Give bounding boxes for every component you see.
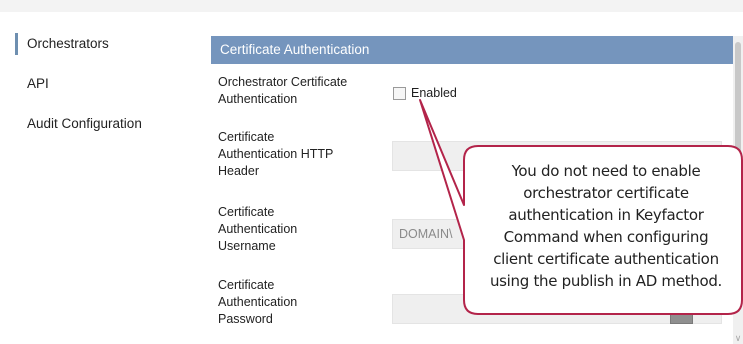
label-line: Authentication HTTP: [218, 147, 334, 161]
panel-header: Certificate Authentication: [211, 36, 733, 64]
nav-item-audit-configuration[interactable]: Audit Configuration: [15, 114, 195, 134]
scroll-down-arrow-icon[interactable]: ∨: [734, 334, 742, 343]
label-line: Username: [218, 239, 276, 253]
http-header-label: Certificate Authentication HTTP Header: [218, 129, 386, 180]
nav-item-api[interactable]: API: [15, 74, 195, 94]
enabled-checkbox-label[interactable]: Enabled: [411, 85, 457, 102]
label-line: Authentication: [218, 222, 298, 236]
label-line: Password: [218, 312, 273, 326]
callout-text: You do not need to enable orchestrator c…: [470, 160, 742, 292]
callout-line: You do not need to enable: [511, 162, 701, 180]
label-line: Certificate: [218, 278, 275, 292]
settings-nav: Orchestrators API Audit Configuration: [15, 33, 195, 154]
callout-line: Command when configuring: [503, 228, 709, 246]
callout-line: orchestrator certificate: [523, 184, 689, 202]
label-line: Authentication: [218, 92, 298, 106]
label-line: Certificate: [218, 205, 275, 219]
password-reveal-button[interactable]: [670, 313, 693, 324]
callout-line: authentication in Keyfactor: [508, 206, 704, 224]
label-line: Authentication: [218, 295, 298, 309]
callout-line: using the publish in AD method.: [489, 272, 723, 290]
label-line: Orchestrator Certificate: [218, 75, 348, 89]
username-label: Certificate Authentication Username: [218, 204, 386, 255]
orch-cert-auth-checkbox[interactable]: [393, 87, 406, 100]
nav-item-orchestrators[interactable]: Orchestrators: [15, 33, 195, 55]
label-line: Certificate: [218, 130, 275, 144]
orch-cert-auth-label: Orchestrator Certificate Authentication: [218, 74, 386, 108]
password-label: Certificate Authentication Password: [218, 277, 386, 328]
callout-line: client certificate authentication: [493, 250, 719, 268]
label-line: Header: [218, 164, 259, 178]
